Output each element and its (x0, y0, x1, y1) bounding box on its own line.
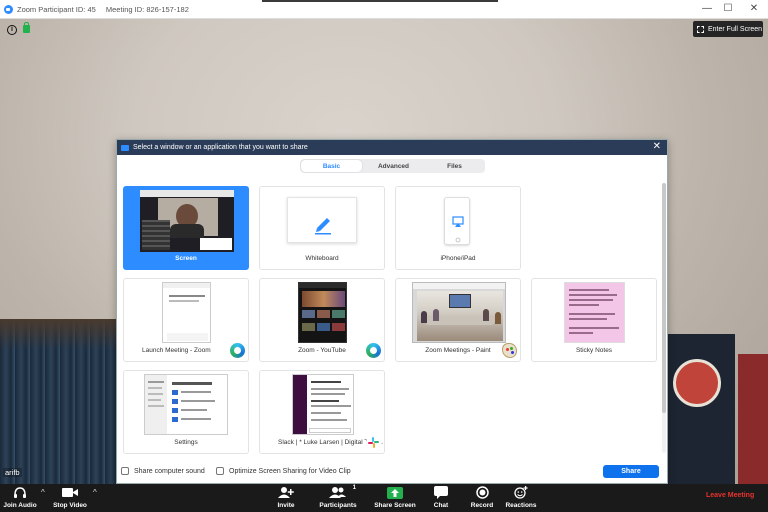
share-tile-zoom-meetings-paint[interactable]: Zoom Meetings - Paint (395, 278, 521, 362)
record-button[interactable]: Record (468, 486, 496, 509)
encryption-lock-icon[interactable] (23, 22, 30, 33)
leave-meeting-button[interactable]: Leave Meeting (706, 492, 754, 499)
share-screen-button[interactable]: Share Screen (372, 486, 418, 509)
camera-icon (62, 488, 78, 497)
optimize-video-option[interactable]: Optimize Screen Sharing for Video Clip (216, 467, 351, 475)
dialog-close-button[interactable]: ✕ (653, 142, 661, 152)
share-sound-label: Share computer sound (134, 467, 205, 475)
dialog-title: Select a window or an application that y… (133, 144, 308, 151)
edge-icon (366, 343, 381, 358)
window-title: Zoom Participant ID: 45 Meeting ID: 826-… (17, 5, 197, 14)
join-audio-button[interactable]: Join Audio (2, 486, 38, 509)
participants-button[interactable]: 1 Participants (318, 485, 358, 509)
reactions-label: Reactions (505, 502, 537, 509)
share-screen-label: Share Screen (374, 502, 416, 509)
invite-button[interactable]: Invite (272, 486, 300, 509)
smiley-plus-icon (514, 486, 528, 499)
audio-options-chevron-icon[interactable]: ^ (41, 488, 45, 497)
share-tile-settings[interactable]: Settings (123, 370, 249, 454)
participant-id-label: Zoom Participant ID: 45 (17, 4, 96, 14)
chat-button[interactable]: Chat (428, 486, 454, 509)
paint-thumbnail (412, 282, 506, 343)
share-tabs: Basic Advanced Files (300, 159, 485, 173)
share-screen-dialog: Select a window or an application that y… (116, 139, 668, 484)
share-tile-screen[interactable]: Screen (123, 186, 249, 270)
add-user-icon (278, 487, 294, 498)
tile-label: Settings (174, 439, 198, 446)
share-screen-icon (387, 486, 403, 499)
airplay-icon (452, 216, 464, 243)
share-computer-sound-option[interactable]: Share computer sound (121, 467, 205, 475)
tile-label: Whiteboard (305, 255, 339, 262)
join-audio-label: Join Audio (3, 502, 37, 509)
scrollbar-thumb[interactable] (662, 183, 666, 413)
participants-count: 1 (352, 485, 356, 491)
reactions-button[interactable]: Reactions (504, 486, 538, 509)
stop-video-button[interactable]: Stop Video (52, 486, 88, 509)
whiteboard-thumbnail (287, 197, 357, 243)
record-label: Record (470, 502, 494, 509)
background-curtain-shadow (0, 319, 120, 349)
optimize-video-label: Optimize Screen Sharing for Video Clip (229, 467, 351, 475)
slack-thumbnail (292, 374, 354, 435)
tab-basic[interactable]: Basic (301, 160, 362, 172)
fullscreen-icon (697, 25, 704, 33)
launch-meeting-thumbnail (162, 282, 211, 343)
share-source-grid: Screen Whiteboard iPhone/iPad Launch Mee… (123, 186, 657, 454)
background-flag (738, 354, 768, 484)
video-options-chevron-icon[interactable]: ^ (93, 488, 97, 497)
window-titlebar: Zoom Participant ID: 45 Meeting ID: 826-… (0, 0, 768, 19)
slack-icon (366, 435, 381, 450)
share-tile-sticky-notes[interactable]: Sticky Notes (531, 278, 657, 362)
stop-video-label: Stop Video (53, 502, 87, 509)
tiles-scrollbar[interactable] (662, 183, 666, 453)
pen-icon (315, 218, 331, 235)
enter-full-screen-label: Enter Full Screen (708, 25, 763, 33)
chat-label: Chat (433, 502, 449, 509)
maximize-button[interactable]: ☐ (721, 3, 735, 15)
participants-icon (329, 487, 346, 498)
paint-icon (502, 343, 517, 358)
participant-name-label: arifb (3, 468, 22, 477)
dialog-titlebar: Select a window or an application that y… (117, 140, 667, 155)
tab-advanced[interactable]: Advanced (363, 159, 424, 173)
share-tile-slack[interactable]: Slack | * Luke Larsen | Digital Tren... (259, 370, 385, 454)
share-icon (121, 144, 129, 151)
edge-icon (230, 343, 245, 358)
background-poster (665, 334, 735, 484)
tile-label: Sticky Notes (575, 347, 613, 354)
minimize-button[interactable]: — (700, 3, 714, 15)
tile-label: Screen (175, 255, 197, 262)
youtube-thumbnail (298, 282, 347, 343)
sticky-notes-thumbnail (564, 282, 625, 343)
window-close-button[interactable]: ✕ (747, 3, 761, 15)
title-indicator-bar (262, 0, 498, 2)
optimize-video-checkbox[interactable] (216, 467, 224, 475)
share-tile-iphone-ipad[interactable]: iPhone/iPad (395, 186, 521, 270)
zoom-logo-icon (4, 4, 13, 14)
headphones-icon (14, 487, 26, 498)
meeting-id-label: Meeting ID: 826-157-182 (105, 4, 189, 14)
share-tile-launch-meeting-zoom[interactable]: Launch Meeting - Zoom (123, 278, 249, 362)
participants-label: Participants (319, 502, 357, 509)
meeting-toolbar: Join Audio ^ Stop Video ^ Invite 1 Parti… (0, 484, 768, 512)
share-button[interactable]: Share (603, 465, 659, 478)
info-icon[interactable]: i (7, 25, 17, 35)
share-tile-zoom-youtube[interactable]: Zoom - YouTube (259, 278, 385, 362)
settings-thumbnail (144, 374, 228, 435)
chat-icon (434, 486, 448, 499)
screen-thumbnail (140, 190, 234, 252)
enter-full-screen-button[interactable]: Enter Full Screen (693, 21, 763, 37)
tile-label: iPhone/iPad (440, 255, 476, 262)
share-sound-checkbox[interactable] (121, 467, 129, 475)
share-tile-whiteboard[interactable]: Whiteboard (259, 186, 385, 270)
iphone-thumbnail (444, 197, 470, 245)
record-icon (475, 486, 489, 499)
tab-files[interactable]: Files (424, 159, 485, 173)
invite-label: Invite (277, 502, 295, 509)
